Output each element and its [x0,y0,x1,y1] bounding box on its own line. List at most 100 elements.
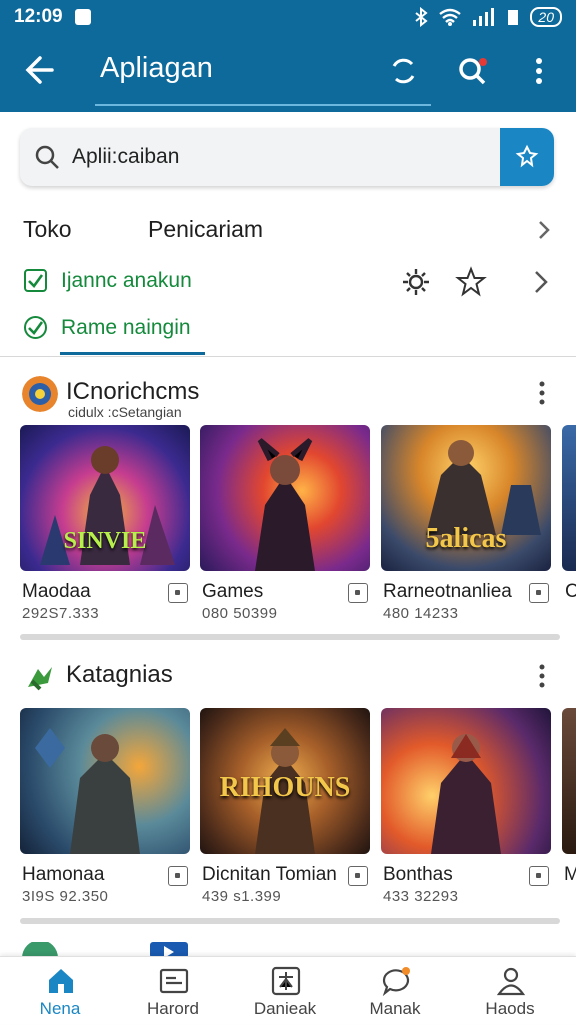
app-meta: 433 32293 [383,888,459,905]
bluetooth-icon [415,7,429,27]
magic-icon [515,144,539,168]
app-card[interactable]: Games 080 50399 [200,425,370,622]
section-header: ICnorichcms cidulx :cSetangian [0,372,576,420]
app-bar: Apliagan [0,34,576,112]
refresh-icon[interactable] [386,54,420,88]
app-card[interactable]: RIHOUNS Dicnitan Tomian 439 s1.399 [200,708,370,905]
app-card[interactable]: 5alicas Rarneotnanliea 480 14233 [381,425,551,622]
install-button[interactable] [529,583,549,603]
more-options-icon[interactable] [538,663,546,689]
nav-label: Haods [485,999,535,1018]
store-label: Toko [23,216,72,242]
section-logo-icon [22,376,58,412]
app-card-peek[interactable] [562,708,576,854]
bottom-navigation: Nena Harord Danieak Manak Haods [0,956,576,1024]
app-name: Maodaa [22,581,91,602]
app-meta: 439 s1.399 [202,888,282,905]
app-thumbnail: 5alicas [381,425,551,571]
search-input[interactable] [72,145,472,169]
section-divider [20,634,560,640]
app-meta: 3I9S 92.350 [22,888,109,905]
thumbnail-caption: SINVIE [63,528,147,554]
store-row[interactable]: Toko Penicariam [0,212,576,248]
chevron-right-icon [539,221,550,239]
app-meta: 292S7.333 [22,605,100,622]
more-options-icon[interactable] [522,54,556,88]
section-header: Katagnias [0,655,576,699]
person-icon [496,967,526,996]
star-icon[interactable] [455,266,487,298]
filter-label: Ijannc anakun [61,269,192,292]
nav-item[interactable]: Haods [455,957,565,1025]
divider [0,356,576,357]
nav-item[interactable]: Manak [340,957,450,1025]
app-card[interactable]: Hamonaa 3I9S 92.350 [20,708,190,905]
apps-icon [271,966,301,996]
nav-home[interactable]: Nena [5,957,115,1025]
search-submit-button[interactable] [500,128,554,186]
signal-icon [473,8,495,26]
section-title: ICnorichcms [66,378,200,405]
nav-label: Danieak [253,999,317,1018]
status-bar: 12:09 20 [0,0,576,34]
filter-label: Rame naingin [61,316,191,339]
check-icon [28,321,44,335]
checkbox[interactable] [24,316,47,339]
chat-icon [382,967,410,997]
active-tab-indicator [60,352,205,355]
section-title: Katagnias [66,661,173,688]
install-button[interactable] [348,866,368,886]
nav-item[interactable]: Danieak [230,957,340,1025]
wifi-icon [439,8,462,26]
battery-level: 20 [530,7,562,27]
app-name: Rarneotnanliea [383,581,512,602]
game-art-icon [431,734,501,854]
app-thumbnail [20,708,190,854]
home-icon [49,969,73,993]
title-underline [95,104,431,106]
search-icon [35,145,59,169]
game-art-icon [35,728,140,854]
thumbnail-caption: RIHOUNS [219,772,351,803]
app-thumbnail [381,708,551,854]
nav-label: Nena [39,999,81,1018]
app-name-peek: C [565,581,576,602]
battery-saver-icon [508,10,519,25]
section-subtitle: cidulx :cSetangian [68,404,182,420]
nav-label: Manak [369,999,421,1018]
app-meta: 080 50399 [202,605,278,622]
game-art-icon [255,438,315,571]
search-icon[interactable] [456,54,490,88]
app-name: Hamonaa [22,864,105,885]
image-icon [159,968,189,994]
filter-row-2[interactable]: Rame naingin [0,311,576,345]
status-time: 12:09 [14,6,63,27]
chevron-right-icon[interactable] [532,270,550,294]
settings-icon[interactable] [400,266,432,298]
app-thumbnail [200,425,370,571]
install-button[interactable] [529,866,549,886]
check-icon [28,274,44,288]
back-arrow-icon[interactable] [22,52,58,88]
install-button[interactable] [348,583,368,603]
section-divider [20,918,560,924]
notification-icon [74,9,91,25]
app-card[interactable]: SINVIE Maodaa 292S7.333 [20,425,190,622]
category-icon [28,667,52,691]
install-button[interactable] [168,866,188,886]
app-name: Bonthas [383,864,453,885]
filter-row-1[interactable]: Ijannc anakun [0,264,576,298]
app-meta: 480 14233 [383,605,459,622]
install-button[interactable] [168,583,188,603]
checkbox[interactable] [24,269,47,292]
app-card[interactable]: Bonthas 433 32293 [381,708,551,905]
nav-item[interactable]: Harord [118,957,228,1025]
app-thumbnail: SINVIE [20,425,190,571]
search-bar [20,128,554,186]
app-name-peek: M [564,864,576,885]
app-name: Dicnitan Tomian [202,864,337,885]
more-options-icon[interactable] [538,380,546,406]
page-title: Apliagan [100,52,213,84]
status-icons: 20 [414,7,562,27]
app-card-peek[interactable] [562,425,576,571]
